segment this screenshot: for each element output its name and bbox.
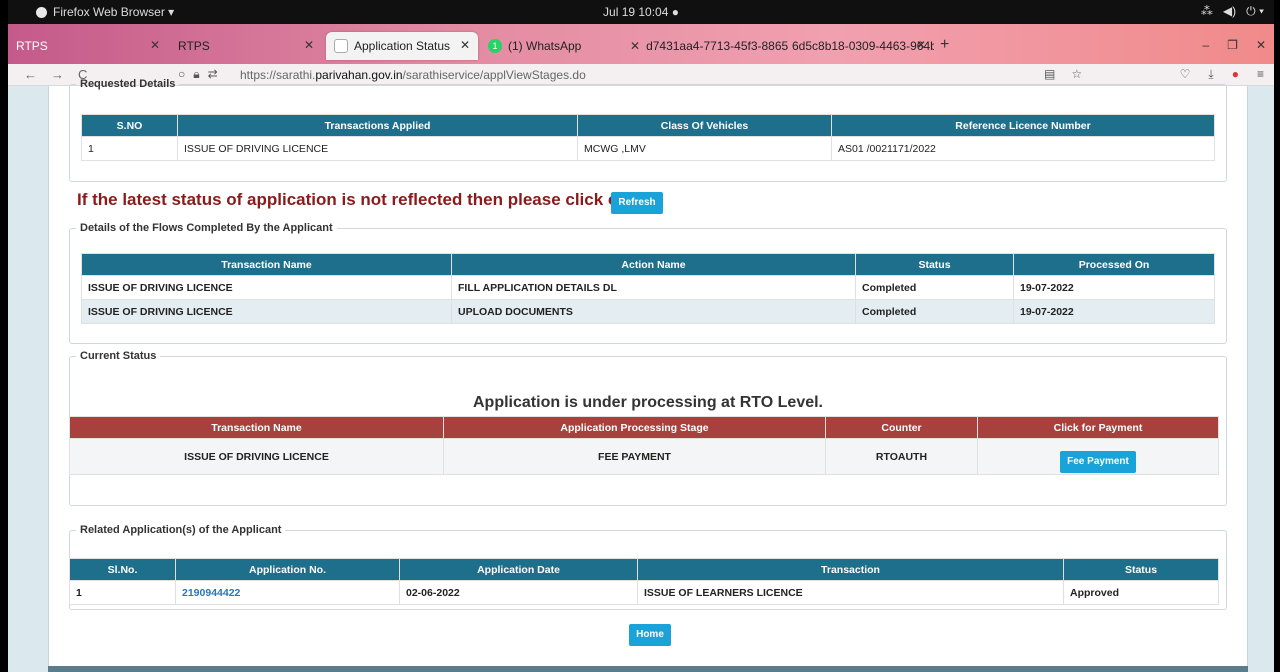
home-button[interactable]: Home <box>629 624 671 646</box>
requested-details-table: S.NO Transactions Applied Class Of Vehic… <box>81 114 1215 161</box>
column-header: Reference Licence Number <box>831 114 1215 137</box>
cell: RTOAUTH <box>825 438 978 475</box>
tab-label: (1) WhatsApp <box>508 39 582 53</box>
application-number-link[interactable]: 2190944422 <box>182 587 240 599</box>
cell: 19-07-2022 <box>1013 299 1215 324</box>
column-header: Transaction <box>637 558 1064 581</box>
system-top-bar: Firefox Web Browser ▾ Jul 19 10:04 ● ⁂ ◀… <box>8 0 1274 24</box>
section-title: Current Status <box>80 350 157 362</box>
close-icon[interactable]: ✕ <box>150 38 160 52</box>
section-title: Details of the Flows Completed By the Ap… <box>80 222 333 234</box>
cell: 1 <box>81 136 178 161</box>
network-icon[interactable]: ⁂ <box>1201 4 1213 19</box>
cell: MCWG ,LMV <box>577 136 832 161</box>
column-header: Transaction Name <box>69 416 444 439</box>
cell: ISSUE OF LEARNERS LICENCE <box>637 580 1064 605</box>
section-title: Requested Details <box>80 78 176 90</box>
tab-application-status[interactable]: Application Status ✕ <box>326 32 478 60</box>
column-header: Click for Payment <box>977 416 1219 439</box>
clock[interactable]: Jul 19 10:04 ● <box>8 5 1274 19</box>
close-icon[interactable]: ✕ <box>304 38 314 52</box>
cell: Approved <box>1063 580 1219 605</box>
fee-payment-button[interactable]: Fee Payment <box>1060 451 1136 473</box>
back-icon[interactable]: ← <box>24 67 37 82</box>
tab-rtps-1[interactable]: RTPS ✕ <box>8 32 168 60</box>
cell: FILL APPLICATION DETAILS DL <box>451 275 856 300</box>
column-header: Status <box>1063 558 1219 581</box>
column-header: Application Processing Stage <box>443 416 826 439</box>
tab-rtps-2[interactable]: RTPS ✕ <box>170 32 322 60</box>
window-controls: – ❐ ✕ <box>1202 38 1266 52</box>
column-header: Sl.No. <box>69 558 176 581</box>
current-status-table: Transaction Name Application Processing … <box>69 416 1219 475</box>
table-row: ISSUE OF DRIVING LICENCE FILL APPLICATIO… <box>81 275 1215 300</box>
table-header-row: S.NO Transactions Applied Class Of Vehic… <box>81 114 1215 137</box>
table-row: ISSUE OF DRIVING LICENCE FEE PAYMENT RTO… <box>69 438 1219 475</box>
cell: FEE PAYMENT <box>443 438 826 475</box>
related-applications-table: Sl.No. Application No. Application Date … <box>69 558 1219 605</box>
cell: ISSUE OF DRIVING LICENCE <box>81 299 452 324</box>
cell: ISSUE OF DRIVING LICENCE <box>69 438 444 475</box>
cell: AS01 /0021171/2022 <box>831 136 1215 161</box>
system-tray[interactable]: ⁂ ◀) ⏻ ▾ <box>1201 4 1264 19</box>
desktop-window: Firefox Web Browser ▾ Jul 19 10:04 ● ⁂ ◀… <box>8 0 1274 672</box>
column-header: Transaction Name <box>81 253 452 276</box>
cell: 2190944422 <box>175 580 400 605</box>
menu-icon[interactable]: ≡ <box>1257 67 1264 82</box>
page-content: Requested Details S.NO Transactions Appl… <box>8 78 1274 672</box>
whatsapp-icon: 1 <box>488 39 502 53</box>
cell: Completed <box>855 299 1014 324</box>
main-panel: Requested Details S.NO Transactions Appl… <box>48 78 1248 666</box>
table-header-row: Sl.No. Application No. Application Date … <box>69 558 1219 581</box>
table-row: 1 ISSUE OF DRIVING LICENCE MCWG ,LMV AS0… <box>81 136 1215 161</box>
tab-whatsapp[interactable]: 1 (1) WhatsApp <box>480 32 630 60</box>
refresh-button[interactable]: Refresh <box>611 192 663 214</box>
cell: 19-07-2022 <box>1013 275 1215 300</box>
minimize-icon[interactable]: – <box>1202 38 1209 52</box>
cell: ISSUE OF DRIVING LICENCE <box>177 136 578 161</box>
extension-icon[interactable]: ● <box>1232 67 1239 82</box>
table-row: 1 2190944422 02-06-2022 ISSUE OF LEARNER… <box>69 580 1219 605</box>
column-header: Status <box>855 253 1014 276</box>
tab-label: RTPS <box>178 39 210 53</box>
cell: UPLOAD DOCUMENTS <box>451 299 856 324</box>
close-icon[interactable]: ✕ <box>630 39 640 53</box>
column-header: Counter <box>825 416 978 439</box>
column-header: Application No. <box>175 558 400 581</box>
column-header: S.NO <box>81 114 178 137</box>
column-header: Class Of Vehicles <box>577 114 832 137</box>
cell: Completed <box>855 275 1014 300</box>
maximize-icon[interactable]: ❐ <box>1227 38 1238 52</box>
new-tab-icon[interactable]: + <box>940 36 949 54</box>
volume-icon[interactable]: ◀) <box>1223 4 1236 19</box>
forward-icon[interactable]: → <box>51 67 64 82</box>
tab-document-2[interactable]: 6d5c8b18-0309-4463-964b- ✕ <box>784 32 934 60</box>
footer-strip <box>48 666 1248 672</box>
tab-label: Application Status <box>354 39 451 53</box>
processing-message: Application is under processing at RTO L… <box>473 394 823 411</box>
flows-table: Transaction Name Action Name Status Proc… <box>81 253 1215 324</box>
close-icon[interactable]: ✕ <box>916 38 926 52</box>
column-header: Processed On <box>1013 253 1215 276</box>
tab-label: RTPS <box>16 39 48 53</box>
column-header: Transactions Applied <box>177 114 578 137</box>
close-window-icon[interactable]: ✕ <box>1256 38 1266 52</box>
section-title: Related Application(s) of the Applicant <box>80 524 282 536</box>
column-header: Action Name <box>451 253 856 276</box>
cell: ISSUE OF DRIVING LICENCE <box>81 275 452 300</box>
page-icon <box>334 39 348 53</box>
table-row: ISSUE OF DRIVING LICENCE UPLOAD DOCUMENT… <box>81 299 1215 324</box>
tab-document-1[interactable]: ✕ d7431aa4-7713-45f3-8865-c <box>622 32 788 60</box>
tab-label: d7431aa4-7713-45f3-8865-c <box>646 39 788 53</box>
table-header-row: Transaction Name Action Name Status Proc… <box>81 253 1215 276</box>
cell: 1 <box>69 580 176 605</box>
tab-label: 6d5c8b18-0309-4463-964b- <box>792 39 934 53</box>
refresh-message: If the latest status of application is n… <box>77 190 629 209</box>
tab-strip: RTPS ✕ RTPS ✕ Application Status ✕ 1 (1)… <box>8 24 1274 64</box>
table-header-row: Transaction Name Application Processing … <box>69 416 1219 439</box>
power-icon[interactable]: ⏻ ▾ <box>1246 4 1264 19</box>
column-header: Application Date <box>399 558 638 581</box>
close-icon[interactable]: ✕ <box>460 38 470 52</box>
cell: 02-06-2022 <box>399 580 638 605</box>
